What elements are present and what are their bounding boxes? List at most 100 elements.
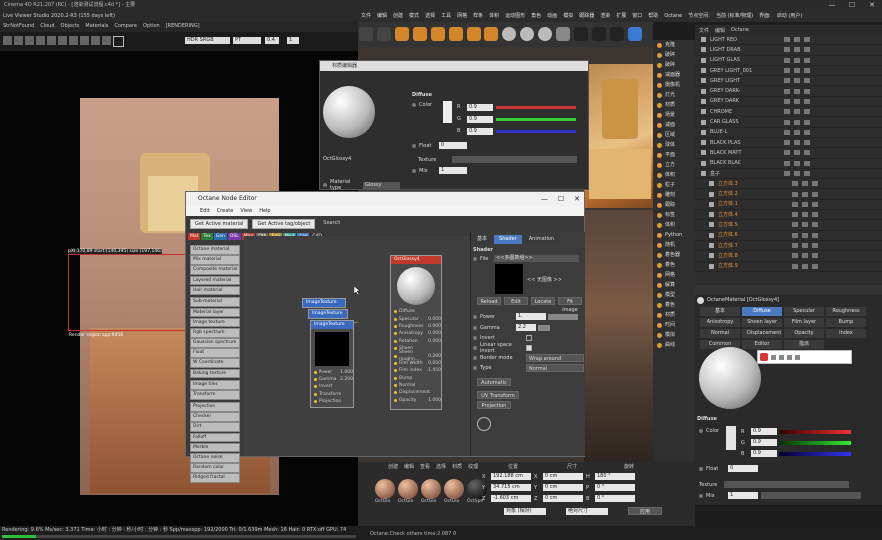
lv-menu-item[interactable]: Materials [85,23,108,29]
attr-mix-input[interactable]: 1 [728,492,758,499]
object-row[interactable]: 立方体.9 [695,262,882,272]
shader-button[interactable]: Locate [531,297,555,305]
port-dot[interactable] [314,392,317,396]
visibility-icon[interactable] [784,109,790,115]
lv-menu-item[interactable]: StrNotFound [3,23,34,29]
c4d-menu-item[interactable]: 动画 [547,13,557,19]
c4d-menu-item[interactable]: 样条 [473,13,483,19]
sidebar-item[interactable]: 时间 [653,320,695,330]
material-tag-icon[interactable] [812,243,818,249]
port-dot[interactable] [394,317,397,321]
object-row[interactable]: LIGHT RED [695,35,882,46]
material-tag-icon[interactable] [804,150,810,156]
mic-icon[interactable] [779,354,784,360]
material-menu-item[interactable]: 纹理 [468,463,478,470]
power-dot[interactable] [473,314,477,319]
visibility-icon[interactable] [792,243,798,249]
lv-menu-item[interactable]: Option [143,23,160,29]
node-tag[interactable]: Mat [188,233,201,240]
shader-button[interactable]: Reload [477,297,501,305]
port-dot[interactable] [394,376,397,380]
object-row[interactable]: CAR GLASS [695,117,882,128]
c4d-menu-item[interactable]: 节点空间: [688,13,710,19]
shader-button[interactable]: Fit image [558,297,582,313]
sidebar-item[interactable]: 体积 [653,170,695,180]
material-tag-icon[interactable] [804,98,810,104]
sidebar-item[interactable]: 着色 [653,260,695,270]
sidebar-item[interactable]: 曲线 [653,340,695,350]
shader-tab[interactable]: Shader [494,235,522,244]
size-input[interactable]: 0 cm [543,484,583,491]
keyboard-icon[interactable] [787,354,792,360]
tonemap-select[interactable]: PT [233,37,261,44]
object-row[interactable]: GREY DARK [695,97,882,108]
position-input[interactable]: -1.603 cm [491,495,531,502]
port-dot[interactable] [314,399,317,403]
object-row[interactable]: LIGHT DRAB [695,45,882,56]
c4d-menu-item[interactable]: 角色 [531,13,541,19]
material-ball[interactable]: OctGlo [421,479,441,504]
material-tag-icon[interactable] [804,68,810,74]
material-tag-icon[interactable] [812,232,818,238]
c4d-menu-item[interactable]: 编辑 [377,13,387,19]
check-icon[interactable] [802,263,808,269]
material-tag-icon[interactable] [812,191,818,197]
c4d-menu-item[interactable]: 选择 [425,13,435,19]
image-port[interactable]: Transform [311,391,353,398]
sidebar-item[interactable]: 球体 [653,140,695,150]
material-tag-icon[interactable] [812,212,818,218]
sidebar-item[interactable]: 模拟 [653,330,695,340]
object-row[interactable]: 立方体.5 [695,220,882,231]
check-icon[interactable] [794,109,800,115]
glossy-port[interactable]: Bump [391,375,441,382]
node-list-item[interactable]: Image texture [190,317,240,328]
color-anim-dot[interactable] [699,429,703,433]
attr-tab[interactable]: Roughness [826,307,866,316]
sidebar-item[interactable]: 场景 [653,110,695,120]
glossy-port[interactable]: Normal [391,382,441,389]
c4d-menu-item[interactable]: 界面: [759,13,771,19]
check-icon[interactable] [802,201,808,207]
sidebar-item[interactable]: 区域 [653,130,695,140]
visibility-icon[interactable] [792,181,798,187]
visibility-icon[interactable] [784,119,790,125]
sidebar-item[interactable]: 着色 [653,300,695,310]
glossy-port[interactable]: Displacement [391,389,441,396]
mix-input[interactable]: 1 [439,167,467,174]
node-tag[interactable]: OSL [227,233,241,240]
exposure-input[interactable]: 0.4 [265,37,279,44]
visibility-icon[interactable] [792,201,798,207]
object-row[interactable]: BLUE-L [695,128,882,138]
sidebar-item[interactable]: 摄像机 [653,80,695,90]
attr-tab[interactable]: Sheen layer [742,318,782,327]
attr-tab[interactable]: Opacity [784,329,824,338]
attr-tab[interactable]: Editor [742,340,782,349]
sidebar-item[interactable]: 破碎 [653,60,695,70]
image-port[interactable]: Invert [311,383,353,390]
check-icon[interactable] [794,78,800,84]
visibility-icon[interactable] [784,68,790,74]
move-icon[interactable] [412,27,427,41]
node-list-item[interactable]: Dirt [190,422,240,432]
port-dot[interactable] [394,339,397,343]
lock-icon[interactable] [47,36,56,45]
port-dot[interactable] [394,332,397,336]
minimize-button[interactable]: — [822,0,842,11]
type-dot[interactable] [473,366,477,370]
node-list-item[interactable]: Ridged fractal [190,473,240,483]
check-icon[interactable] [802,253,808,259]
om-menu-view[interactable]: Octane [731,27,749,33]
check-icon[interactable] [794,150,800,156]
sidebar-item[interactable]: 模型 [653,290,695,300]
port-dot[interactable] [394,324,397,328]
material-tag-icon[interactable] [804,88,810,94]
linear-checkbox[interactable] [526,345,532,351]
file-input[interactable]: <<多图数组>> [494,255,579,262]
compare-icon[interactable] [91,36,100,45]
position-input[interactable]: 192.188 cm [491,473,531,480]
colorspace-select[interactable]: HDR SRGB [185,37,230,44]
node-list-item[interactable]: Projection [190,402,240,412]
material-tag-icon[interactable] [804,171,810,176]
z-axis-icon[interactable] [538,27,553,41]
size-mode-select[interactable]: 绝对尺寸 [566,507,608,515]
